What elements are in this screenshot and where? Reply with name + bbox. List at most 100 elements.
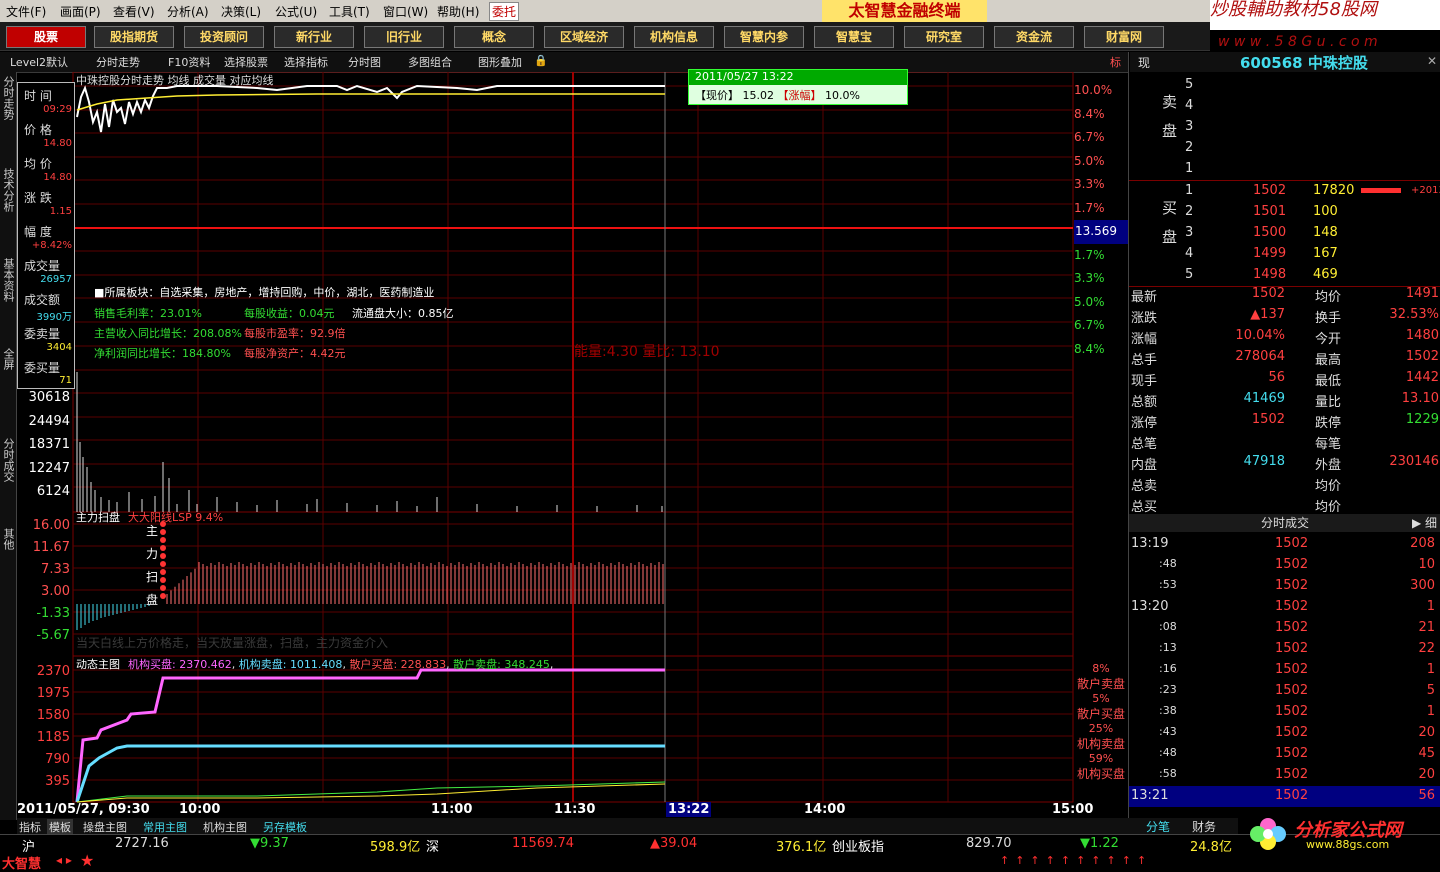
- tb-select-stock[interactable]: 选择股票: [224, 54, 268, 70]
- dyn-right-legend: 8% 散户卖盘 5% 散户买盘 25% 机构卖盘 59% 机构买盘: [1074, 662, 1128, 782]
- btab-indicator[interactable]: 指标: [19, 819, 41, 835]
- btab-save-template[interactable]: 另存模板: [263, 819, 307, 835]
- btab-operate[interactable]: 操盘主图: [83, 819, 127, 835]
- nav-region[interactable]: 区域经济: [544, 26, 624, 48]
- pct-label: 8.4%: [1074, 106, 1105, 121]
- btab-common[interactable]: 常用主图: [143, 819, 187, 835]
- menu-analysis[interactable]: 分析(A): [167, 3, 209, 20]
- quote-label: 均价: [1315, 290, 1342, 305]
- sidetab-timeshare[interactable]: 分时走势: [2, 76, 15, 120]
- lock-icon[interactable]: 🔒: [534, 54, 548, 67]
- trade-volume: 1: [1426, 704, 1435, 719]
- menu-file[interactable]: 文件(F): [6, 3, 46, 20]
- quote-label: 内盘: [1131, 458, 1158, 473]
- quote-label: 总笔: [1131, 437, 1158, 452]
- tb-mark[interactable]: 标: [1110, 54, 1121, 70]
- tb-f10[interactable]: F10资料: [168, 54, 210, 70]
- timeshare-chart[interactable]: [17, 72, 1128, 818]
- trade-row[interactable]: :48 1502 10: [1129, 555, 1440, 576]
- dyn-label: 1975: [36, 686, 70, 701]
- sz-change: ▲39.04: [650, 836, 698, 851]
- nav-institution[interactable]: 机构信息: [634, 26, 714, 48]
- close-icon[interactable]: ✕: [1427, 54, 1437, 68]
- menu-tools[interactable]: 工具(T): [329, 3, 370, 20]
- tb-timeshare-chart[interactable]: 分时图: [348, 54, 381, 70]
- trade-row[interactable]: 13:20 1502 1: [1129, 597, 1440, 618]
- menu-decision[interactable]: 决策(L): [221, 3, 261, 20]
- dyn-pct: 59%: [1088, 752, 1114, 765]
- nav-research[interactable]: 研究室: [904, 26, 984, 48]
- nav-advisor[interactable]: 投资顾问: [184, 26, 264, 48]
- quote-label: 总卖: [1131, 479, 1158, 494]
- info-label: 价 格: [24, 123, 52, 137]
- rp-tab-now[interactable]: 现: [1138, 54, 1150, 71]
- menu-window[interactable]: 窗口(W): [383, 3, 428, 20]
- trade-row[interactable]: 13:19 1502 208: [1129, 534, 1440, 555]
- trade-row[interactable]: :23 1502 5: [1129, 681, 1440, 702]
- quote-value: 41469: [1243, 391, 1285, 406]
- zhuli-title: 主力扫盘: [76, 511, 120, 524]
- menu-help[interactable]: 帮助(H): [437, 3, 479, 20]
- dyn-name: 机构买盘: [1076, 767, 1125, 781]
- tb-overlay[interactable]: 图形叠加: [478, 54, 522, 70]
- trade-row[interactable]: :53 1502 300: [1129, 576, 1440, 597]
- tb-multi-chart[interactable]: 多图组合: [408, 54, 452, 70]
- buy-level: 3: [1185, 225, 1194, 240]
- sidetab-fullscreen[interactable]: 全屏: [2, 348, 15, 370]
- trade-row[interactable]: :16 1502 1: [1129, 660, 1440, 681]
- menu-formula[interactable]: 公式(U): [275, 3, 317, 20]
- quote-value: 1502: [1251, 412, 1285, 427]
- trade-row[interactable]: :43 1502 20: [1129, 723, 1440, 744]
- trade-row[interactable]: :13 1502 22: [1129, 639, 1440, 660]
- trade-row[interactable]: :38 1502 1: [1129, 702, 1440, 723]
- menu-look[interactable]: 查看(V): [113, 3, 155, 20]
- nav-zhihuibao[interactable]: 智慧宝: [814, 26, 894, 48]
- weituo-button[interactable]: 委托: [489, 2, 520, 21]
- quote-row: 最新 1502 均价 1491: [1129, 286, 1440, 307]
- btab-template[interactable]: 模板: [47, 819, 73, 835]
- volume-axis: 30618 24494 18371 12247 6124: [18, 386, 70, 504]
- nav-insight[interactable]: 智慧内参: [724, 26, 804, 48]
- vol-label: 30618: [28, 390, 70, 405]
- tab-finance[interactable]: 财务: [1192, 818, 1216, 835]
- nav-new-industry[interactable]: 新行业: [274, 26, 354, 48]
- trade-row[interactable]: :08 1502 21: [1129, 618, 1440, 639]
- trade-row[interactable]: 13:21 1502 56: [1129, 786, 1440, 807]
- trade-volume: 56: [1418, 788, 1435, 803]
- sidetab-trades[interactable]: 分时成交: [2, 438, 15, 482]
- quote-row: 总笔 每笔: [1129, 433, 1440, 454]
- legend-retail-buy: 散户买盘: [349, 658, 394, 671]
- star-icon[interactable]: ★: [80, 851, 94, 870]
- avg-line: [76, 93, 665, 111]
- btab-institution[interactable]: 机构主图: [203, 819, 247, 835]
- level2-default[interactable]: Level2默认: [10, 54, 68, 70]
- nav-wealth[interactable]: 财富网: [1084, 26, 1164, 48]
- trades-expand[interactable]: ▶ 细: [1412, 514, 1437, 532]
- pct-label: 3.3%: [1074, 271, 1105, 285]
- scroll-arrows-icon[interactable]: ◂ ▸: [56, 853, 72, 867]
- nav-futures[interactable]: 股指期货: [94, 26, 174, 48]
- nav-stocks[interactable]: 股票: [6, 26, 86, 48]
- nav-concept[interactable]: 概念: [454, 26, 534, 48]
- trade-row[interactable]: :48 1502 45: [1129, 744, 1440, 765]
- nav-capital-flow[interactable]: 资金流: [994, 26, 1074, 48]
- zhuli-label: 11.67: [32, 540, 70, 555]
- sidetab-basic[interactable]: 基本资料: [2, 258, 15, 302]
- trade-volume: 208: [1410, 536, 1435, 551]
- nav-old-industry[interactable]: 旧行业: [364, 26, 444, 48]
- sidetab-other[interactable]: 其他: [2, 528, 15, 550]
- sector-info: ■所属板块：自选采集，房地产，增持回购，中价，湖北，医药制造业: [94, 286, 435, 299]
- zhuli-bars: [76, 604, 150, 630]
- sidetab-technical[interactable]: 技术分析: [2, 168, 15, 212]
- info-value: 3404: [46, 342, 72, 353]
- tb-timeshare[interactable]: 分时走势: [96, 54, 140, 70]
- trade-price: 1502: [1275, 746, 1309, 761]
- menu-view[interactable]: 画面(P): [60, 3, 101, 20]
- info-value: 1.15: [49, 206, 72, 217]
- sell-level: 2: [1185, 140, 1194, 155]
- trade-time: :53: [1159, 578, 1177, 591]
- tab-trades[interactable]: 分笔: [1146, 818, 1170, 835]
- quote-label: 最高: [1315, 353, 1342, 368]
- tb-select-indicator[interactable]: 选择指标: [284, 54, 328, 70]
- trade-row[interactable]: :58 1502 20: [1129, 765, 1440, 786]
